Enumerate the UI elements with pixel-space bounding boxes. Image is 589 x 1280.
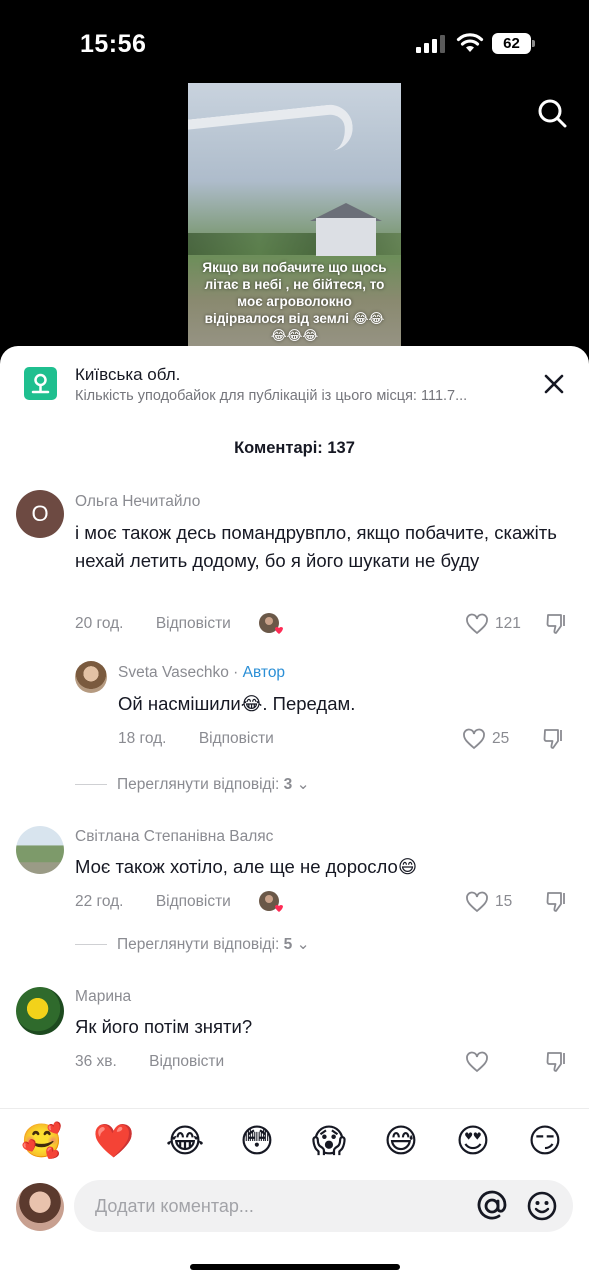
battery-icon: 62	[492, 33, 536, 54]
comment-text: Моє також хотіло, але ще не доросло😄	[75, 856, 418, 877]
comment-author[interactable]: Марина	[75, 988, 131, 1006]
comment-meta: 20 год. Відповісти	[75, 615, 231, 633]
like-button[interactable]	[465, 1050, 495, 1074]
heart-icon	[463, 728, 485, 750]
mention-icon[interactable]	[476, 1190, 508, 1222]
emoji-button[interactable]: 😱	[309, 1121, 349, 1161]
comment-input[interactable]: Додати коментар...	[74, 1180, 573, 1232]
comment-time: 20 год.	[75, 615, 124, 632]
dislike-icon[interactable]	[545, 1050, 569, 1074]
heart-icon	[466, 1051, 488, 1073]
view-replies-button[interactable]: Переглянути відповіді: 5 ⌄	[75, 935, 310, 954]
location-title: Київська обл.	[75, 365, 181, 384]
video-caption: Якщо ви побачите що щось літає в небі , …	[202, 260, 387, 343]
status-time: 15:56	[80, 30, 147, 58]
like-button[interactable]: 25	[462, 727, 522, 751]
heart-icon	[466, 891, 488, 913]
creator-liked-icon	[258, 890, 283, 914]
creator-liked-icon	[258, 612, 283, 636]
view-replies-button[interactable]: Переглянути відповіді: 3 ⌄	[75, 775, 310, 794]
location-subtitle: Кількість уподобайок для публікацій із ц…	[75, 388, 468, 404]
emoji-button[interactable]: 😏	[525, 1121, 565, 1161]
emoji-button[interactable]: ❤️	[93, 1121, 134, 1161]
house	[316, 218, 376, 256]
comment-text: Ой насмішили😂. Передам.	[118, 693, 356, 714]
chevron-down-icon: ⌄	[296, 776, 310, 793]
comment-text: і моє також десь помандрувпло, якщо поба…	[75, 522, 557, 571]
like-count: 25	[492, 730, 510, 747]
avatar[interactable]	[16, 826, 64, 874]
comment-author[interactable]: Ольга Нечитайло	[75, 493, 200, 511]
location-banner[interactable]: Київська обл. Кількість уподобайок для п…	[0, 346, 589, 426]
comment-time: 22 год.	[75, 893, 124, 910]
author-badge: Автор	[242, 664, 286, 681]
reply-button[interactable]: Відповісти	[156, 893, 231, 910]
comment-meta: 22 год. Відповісти	[75, 893, 231, 911]
comment-author[interactable]: Sveta Vasechko · Автор	[118, 664, 285, 682]
reply-button[interactable]: Відповісти	[156, 615, 231, 632]
avatar[interactable]	[16, 987, 64, 1035]
avatar[interactable]	[75, 661, 107, 693]
wifi-icon	[456, 33, 484, 52]
comment-author[interactable]: Світлана Степанівна Валяс	[75, 828, 273, 846]
heart-icon	[466, 613, 488, 635]
video-preview[interactable]: Якщо ви побачите що щось літає в небі , …	[188, 83, 401, 363]
emoji-button[interactable]: 🥰	[21, 1121, 62, 1161]
like-button[interactable]: 121	[465, 612, 525, 636]
location-pin-icon	[24, 367, 57, 400]
emoji-button[interactable]: 😂	[165, 1121, 205, 1161]
emoji-picker-icon[interactable]	[526, 1190, 558, 1222]
cellular-signal-icon	[416, 35, 445, 53]
reply-button[interactable]: Відповісти	[199, 730, 274, 747]
like-button[interactable]: 15	[465, 890, 525, 914]
comment-input-placeholder: Додати коментар...	[95, 1196, 254, 1216]
comment-text: Як його потім зняти?	[75, 1016, 253, 1037]
quick-emoji-bar: 🥰 ❤️ 😂 😳 😱 😅 😍 😏	[0, 1121, 589, 1161]
comment-time: 36 хв.	[75, 1053, 117, 1070]
chevron-down-icon: ⌄	[296, 936, 310, 953]
like-count: 121	[495, 615, 521, 632]
search-icon[interactable]	[536, 97, 568, 129]
dislike-icon[interactable]	[545, 890, 569, 914]
status-bar: 15:56 62	[0, 0, 589, 80]
like-count: 15	[495, 893, 513, 910]
emoji-button[interactable]: 😳	[237, 1121, 277, 1161]
emoji-button[interactable]: 😅	[381, 1121, 421, 1161]
close-icon[interactable]	[540, 370, 568, 398]
emoji-button[interactable]: 😍	[453, 1121, 493, 1161]
dislike-icon[interactable]	[542, 727, 566, 751]
avatar[interactable]: О	[16, 490, 64, 538]
reply-button[interactable]: Відповісти	[149, 1053, 224, 1070]
home-indicator	[190, 1264, 400, 1270]
comment-time: 18 год.	[118, 730, 167, 747]
comment-meta: 36 хв. Відповісти	[75, 1053, 224, 1071]
comments-count: Коментарі: 137	[234, 439, 355, 457]
battery-level: 62	[492, 33, 531, 54]
comment-composer: 🥰 ❤️ 😂 😳 😱 😅 😍 😏 Додати коментар...	[0, 1108, 589, 1280]
dislike-icon[interactable]	[545, 612, 569, 636]
my-avatar	[16, 1183, 64, 1231]
comment-meta: 18 год. Відповісти	[118, 730, 274, 748]
fleece-in-sky	[188, 102, 355, 166]
